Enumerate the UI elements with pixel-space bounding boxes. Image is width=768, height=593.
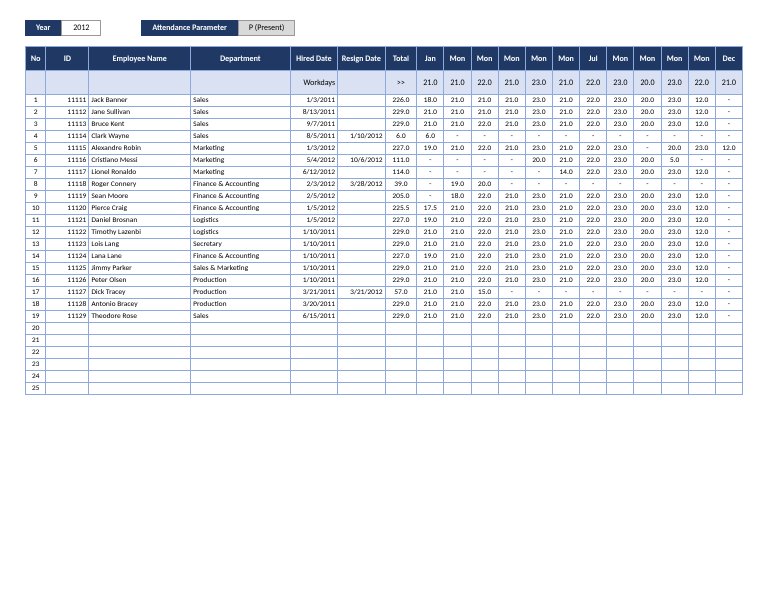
month-workdays: 21.0 [498,71,525,95]
table-row[interactable]: 411114Clark WayneSales8/5/20111/10/20126… [26,131,743,143]
attendance-group: Attendance Parameter P (Present) [141,20,295,36]
col-header: Mon [498,47,525,71]
top-bar: Year 2012 Attendance Parameter P (Presen… [25,20,743,36]
year-group: Year 2012 [25,20,101,36]
attendance-table-wrap: NoIDEmployee NameDepartmentHired DateRes… [25,46,743,395]
month-workdays: 22.0 [688,71,715,95]
attendance-input[interactable]: P (Present) [238,20,296,36]
col-header: Resign Date [338,47,385,71]
table-row[interactable]: 23 [26,359,743,371]
table-row[interactable]: 311113Bruce KentSales9/7/2011229.021.021… [26,119,743,131]
month-workdays: 23.0 [607,71,634,95]
col-header: Dec [715,47,742,71]
table-row[interactable]: 1811128Antonio BraceyProduction3/20/2011… [26,299,743,311]
col-header: Department [191,47,291,71]
table-row[interactable]: 911119Sean MooreFinance & Accounting2/5/… [26,191,743,203]
attendance-table: NoIDEmployee NameDepartmentHired DateRes… [25,46,743,395]
table-row[interactable]: 21 [26,335,743,347]
col-header: Mon [444,47,471,71]
table-row[interactable]: 1211122Timothy LazenbiLogistics1/10/2011… [26,227,743,239]
subheader-row: Workdays>>21.021.022.021.023.021.022.023… [26,71,743,95]
table-row[interactable]: 711117Lionel RonaldoMarketing6/12/201211… [26,167,743,179]
month-workdays: 22.0 [471,71,498,95]
table-row[interactable]: 1711127Dick TraceyProduction3/21/20113/2… [26,287,743,299]
col-header: Mon [471,47,498,71]
month-workdays: 22.0 [580,71,607,95]
col-header: Mon [552,47,579,71]
col-header: Total [385,47,417,71]
arrow: >> [385,71,417,95]
table-row[interactable]: 20 [26,323,743,335]
col-header: Hired Date [290,47,337,71]
month-workdays: 23.0 [525,71,552,95]
header-row: NoIDEmployee NameDepartmentHired DateRes… [26,47,743,71]
year-input[interactable]: 2012 [61,20,101,36]
col-header: Mon [525,47,552,71]
workdays-label: Workdays [290,71,337,95]
table-row[interactable]: 1611126Peter OlsenProduction1/10/2011229… [26,275,743,287]
table-row[interactable]: 211112Jane SullivanSales8/13/2011229.021… [26,107,743,119]
col-header: Jan [417,47,444,71]
month-workdays: 21.0 [715,71,742,95]
table-row[interactable]: 22 [26,347,743,359]
col-header: Mon [661,47,688,71]
table-row[interactable]: 1411124Lana LaneFinance & Accounting1/10… [26,251,743,263]
col-header: Mon [688,47,715,71]
col-header: Mon [607,47,634,71]
table-row[interactable]: 1511125Jimmy ParkerSales & Marketing1/10… [26,263,743,275]
table-row[interactable]: 1111121Daniel BrosnanLogistics1/5/201222… [26,215,743,227]
col-header: Employee Name [89,47,191,71]
col-header: No [26,47,46,71]
table-row[interactable]: 111111Jack BannerSales1/3/2011226.018.02… [26,95,743,107]
table-row[interactable]: 811118Roger ConneryFinance & Accounting2… [26,179,743,191]
table-row[interactable]: 1911129Theodore RoseSales6/15/2011229.02… [26,311,743,323]
attendance-label: Attendance Parameter [141,20,238,36]
month-workdays: 21.0 [444,71,471,95]
month-workdays: 20.0 [634,71,661,95]
table-row[interactable]: 1011120Pierce CraigFinance & Accounting1… [26,203,743,215]
month-workdays: 21.0 [417,71,444,95]
month-workdays: 23.0 [661,71,688,95]
table-row[interactable]: 1311123Lois LangSecretary1/10/2011229.02… [26,239,743,251]
table-row[interactable]: 25 [26,383,743,395]
year-label: Year [25,20,61,36]
month-workdays: 21.0 [552,71,579,95]
col-header: ID [46,47,89,71]
col-header: Jul [580,47,607,71]
table-body: 111111Jack BannerSales1/3/2011226.018.02… [26,95,743,395]
col-header: Mon [634,47,661,71]
table-row[interactable]: 24 [26,371,743,383]
table-row[interactable]: 611116Cristiano MessiMarketing5/4/201210… [26,155,743,167]
table-row[interactable]: 511115Alexandre RobinMarketing1/3/201222… [26,143,743,155]
